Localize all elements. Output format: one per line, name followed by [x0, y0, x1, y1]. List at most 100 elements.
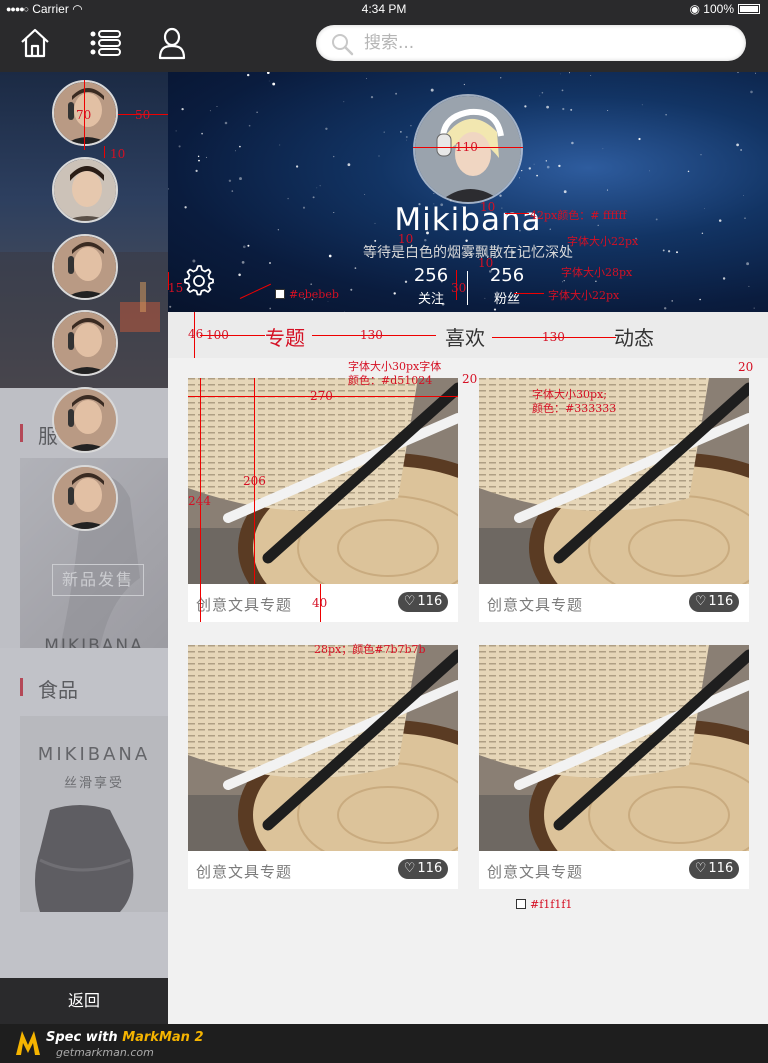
star [563, 280, 565, 282]
star [343, 101, 345, 103]
fans-stat[interactable]: 256 粉丝 [482, 265, 532, 307]
star [198, 159, 200, 162]
star [754, 72, 756, 74]
home-icon[interactable] [18, 26, 52, 60]
dim-line [104, 146, 105, 158]
star [700, 154, 702, 156]
star [201, 132, 203, 135]
star [740, 149, 742, 151]
star [737, 72, 739, 74]
dim-label: 10 [478, 256, 494, 270]
star [665, 114, 667, 116]
settings-gear-icon[interactable] [181, 262, 215, 296]
search-input[interactable] [362, 29, 722, 57]
dim-label: 10 [398, 232, 414, 246]
dim-label: 206 [243, 474, 266, 488]
star [433, 193, 435, 194]
book-and-pen-illustration [188, 378, 458, 584]
star [279, 144, 281, 146]
heart-icon: ♡ [403, 861, 416, 876]
dim-label: 40 [312, 596, 328, 610]
star [350, 288, 353, 291]
avatar[interactable] [52, 387, 118, 453]
star [671, 300, 673, 302]
return-button[interactable]: 返回 [0, 978, 168, 1024]
topic-card[interactable]: 创意文具专题 ♡ 116 [479, 645, 749, 889]
star [266, 72, 270, 75]
star [528, 167, 532, 170]
star [181, 107, 184, 111]
like-badge[interactable]: ♡ 116 [689, 859, 739, 879]
star [641, 104, 643, 106]
following-stat[interactable]: 256 关注 [406, 265, 456, 307]
markman-logo-icon [16, 1031, 40, 1055]
star [287, 197, 289, 200]
fans-label: 粉丝 [493, 292, 520, 307]
avatar[interactable] [52, 465, 118, 531]
list-icon[interactable] [88, 26, 122, 60]
dim-label: 20 [462, 372, 478, 386]
star [378, 155, 380, 157]
dim-line [514, 293, 544, 294]
star [743, 195, 745, 196]
dim-label: 130 [542, 330, 565, 344]
star [231, 190, 234, 192]
tab-topics[interactable]: 专题 [265, 322, 305, 351]
following-label: 关注 [417, 292, 444, 307]
tab-likes[interactable]: 喜欢 [445, 322, 485, 351]
star [169, 305, 172, 308]
star [216, 106, 218, 107]
star [521, 169, 523, 172]
heart-icon: ♡ [694, 861, 707, 876]
stat-divider [467, 271, 468, 305]
search-bar[interactable] [316, 25, 746, 61]
spec-note: 字体大小22px [567, 235, 639, 248]
star [364, 194, 366, 195]
star [499, 194, 502, 197]
like-badge[interactable]: ♡ 116 [398, 592, 448, 612]
topic-card[interactable]: 创意文具专题 ♡ 116 [188, 645, 458, 889]
star [366, 78, 367, 79]
star [178, 145, 181, 148]
star [539, 95, 541, 97]
card-title: 创意文具专题 [196, 863, 293, 881]
footer-url: getmarkman.com [56, 1046, 154, 1059]
star [325, 127, 328, 130]
star [560, 73, 562, 75]
swatch-icon [275, 289, 285, 299]
star [541, 91, 544, 94]
like-badge[interactable]: ♡ 116 [398, 859, 448, 879]
star [319, 185, 321, 187]
star [570, 108, 573, 111]
like-badge[interactable]: ♡ 116 [689, 592, 739, 612]
avatar[interactable] [52, 234, 118, 300]
star [238, 273, 241, 277]
star [561, 281, 564, 283]
star [500, 77, 502, 79]
star [687, 170, 690, 173]
star [205, 156, 208, 158]
star [699, 298, 701, 301]
star [239, 145, 241, 148]
star [736, 143, 739, 147]
star [430, 88, 434, 92]
tab-activity[interactable]: 动态 [614, 322, 654, 351]
star [607, 109, 609, 111]
star [546, 165, 550, 169]
avatar[interactable] [52, 310, 118, 376]
dim-label: 15 [168, 281, 184, 295]
color-swatch-label: #f1f1f1 [516, 898, 572, 911]
star [546, 105, 549, 109]
star [519, 177, 520, 179]
user-icon[interactable] [155, 26, 189, 60]
star [175, 130, 177, 132]
card-title: 创意文具专题 [196, 596, 293, 614]
star [748, 285, 750, 287]
star [563, 190, 567, 194]
topic-card[interactable]: 创意文具专题 ♡ 116 [188, 378, 458, 622]
star [562, 107, 565, 111]
star [248, 124, 251, 127]
avatar[interactable] [52, 157, 118, 223]
star [410, 124, 412, 127]
star [558, 164, 561, 168]
